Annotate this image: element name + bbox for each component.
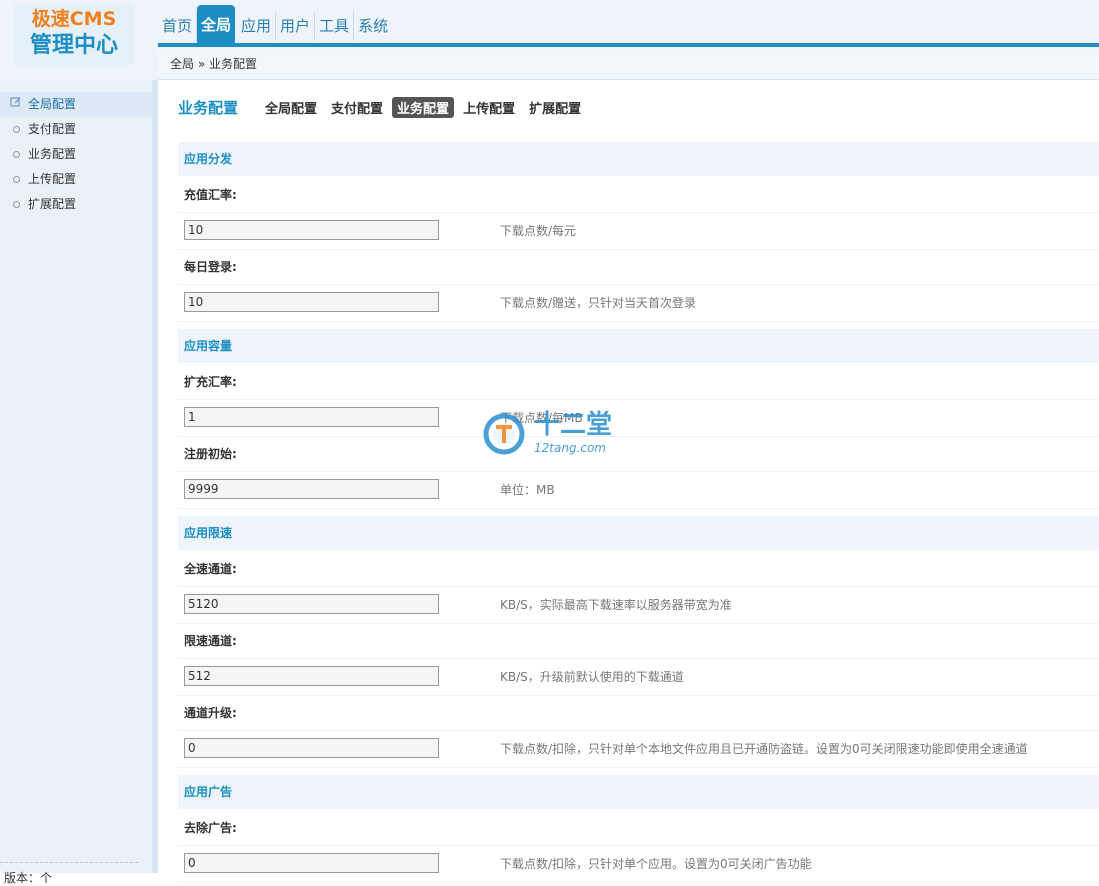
watermark: 十二堂 12tang.com	[482, 410, 622, 460]
logo[interactable]: 极速CMS 管理中心	[14, 3, 134, 65]
breadcrumb-current: 业务配置	[209, 57, 258, 71]
field-label-limited-speed: 限速通道:	[178, 623, 1099, 659]
sidebar-footer: 版本：个	[0, 862, 138, 886]
field-label-full-speed: 全速通道:	[178, 551, 1099, 587]
field-label-expand-rate: 扩充汇率:	[178, 364, 1099, 400]
section-app-capacity: 应用容量	[178, 329, 1099, 363]
field-hint: KB/S，升级前默认使用的下载通道	[500, 670, 684, 684]
tab-payment-config[interactable]: 支付配置	[326, 97, 388, 118]
sidebar-item-business-config[interactable]: 业务配置	[0, 142, 152, 167]
field-hint: KB/S，实际最高下载速率以服务器带宽为准	[500, 598, 732, 612]
t-logo-icon	[483, 413, 525, 455]
bullet-icon	[13, 176, 20, 183]
section-app-ads: 应用广告	[178, 775, 1099, 809]
field-hint: 下载点数/每元	[500, 224, 577, 238]
field-row-register-initial: 单位：MB	[178, 472, 1099, 509]
sidebar-item-upload-config[interactable]: 上传配置	[0, 167, 152, 192]
field-hint: 下载点数/扣除，只针对单个本地文件应用且已开通防盗链。设置为0可关闭限速功能即使…	[500, 742, 1028, 756]
sidebar-item-extension-config[interactable]: 扩展配置	[0, 192, 152, 217]
section-app-distribution: 应用分发	[178, 142, 1099, 176]
field-label-recharge-rate: 充值汇率:	[178, 177, 1099, 213]
bullet-icon	[13, 126, 20, 133]
remove-ads-input[interactable]	[184, 853, 439, 873]
section-app-speed-limit: 应用限速	[178, 516, 1099, 550]
sidebar-item-label: 支付配置	[28, 122, 77, 136]
expand-rate-input[interactable]	[184, 407, 439, 427]
top-nav: 首页 全局 应用 用户 工具 系统	[158, 5, 394, 43]
sidebar-item-payment-config[interactable]: 支付配置	[0, 117, 152, 142]
sidebar-item-label: 上传配置	[28, 172, 77, 186]
nav-system[interactable]: 系统	[354, 11, 394, 41]
field-row-channel-upgrade: 下载点数/扣除，只针对单个本地文件应用且已开通防盗链。设置为0可关闭限速功能即使…	[178, 731, 1099, 768]
nav-home[interactable]: 首页	[158, 11, 198, 41]
field-row-recharge-rate: 下载点数/每元	[178, 213, 1099, 250]
sidebar-item-label: 业务配置	[28, 147, 77, 161]
field-row-limited-speed: KB/S，升级前默认使用的下载通道	[178, 659, 1099, 696]
sidebar-item-label: 全局配置	[28, 97, 77, 111]
tab-extension-config[interactable]: 扩展配置	[524, 97, 586, 118]
logo-line1: 极速CMS	[31, 8, 117, 30]
edit-icon	[10, 92, 22, 117]
main-content: 业务配置 全局配置 支付配置 业务配置 上传配置 扩展配置 应用分发 充值汇率:…	[158, 80, 1099, 883]
nav-underline	[158, 43, 1099, 47]
breadcrumb-separator: »	[197, 57, 206, 71]
logo-line2: 管理中心	[29, 33, 118, 58]
page-title: 业务配置	[178, 98, 239, 117]
breadcrumb-home[interactable]: 全局	[170, 49, 194, 79]
nav-tools[interactable]: 工具	[315, 11, 355, 41]
field-row-full-speed: KB/S，实际最高下载速率以服务器带宽为准	[178, 587, 1099, 624]
field-hint: 下载点数/扣除，只针对单个应用。设置为0可关闭广告功能	[500, 857, 812, 871]
field-hint: 下载点数/赠送，只针对当天首次登录	[500, 296, 697, 310]
field-label-register-initial: 注册初始:	[178, 436, 1099, 472]
field-label-daily-login: 每日登录:	[178, 249, 1099, 285]
field-label-channel-upgrade: 通道升级:	[178, 695, 1099, 731]
bullet-icon	[13, 201, 20, 208]
bullet-icon	[13, 151, 20, 158]
sidebar: 全局配置 支付配置 业务配置 上传配置 扩展配置 版本：个	[0, 80, 152, 885]
field-row-remove-ads: 下载点数/扣除，只针对单个应用。设置为0可关闭广告功能	[178, 846, 1099, 883]
breadcrumb: 全局 » 业务配置	[158, 49, 1099, 80]
field-hint: 单位：MB	[500, 483, 555, 497]
full-speed-input[interactable]	[184, 594, 439, 614]
register-initial-input[interactable]	[184, 479, 439, 499]
channel-upgrade-input[interactable]	[184, 738, 439, 758]
daily-login-input[interactable]	[184, 292, 439, 312]
limited-speed-input[interactable]	[184, 666, 439, 686]
watermark-url: 12tang.com	[534, 441, 606, 455]
recharge-rate-input[interactable]	[184, 220, 439, 240]
tab-business-config[interactable]: 业务配置	[392, 96, 455, 118]
sub-nav: 业务配置 全局配置 支付配置 业务配置 上传配置 扩展配置	[178, 96, 590, 118]
watermark-text: 十二堂	[534, 410, 613, 440]
nav-users[interactable]: 用户	[276, 11, 316, 41]
field-row-daily-login: 下载点数/赠送，只针对当天首次登录	[178, 285, 1099, 322]
sidebar-item-label: 扩展配置	[28, 197, 77, 211]
nav-apps[interactable]: 应用	[237, 11, 277, 41]
tab-upload-config[interactable]: 上传配置	[458, 97, 520, 118]
tab-global-config[interactable]: 全局配置	[260, 97, 322, 118]
field-row-expand-rate: 下载点数/每MB	[178, 400, 1099, 437]
sidebar-item-global-config[interactable]: 全局配置	[0, 92, 152, 117]
field-label-remove-ads: 去除广告:	[178, 810, 1099, 846]
nav-global[interactable]: 全局	[197, 5, 236, 43]
